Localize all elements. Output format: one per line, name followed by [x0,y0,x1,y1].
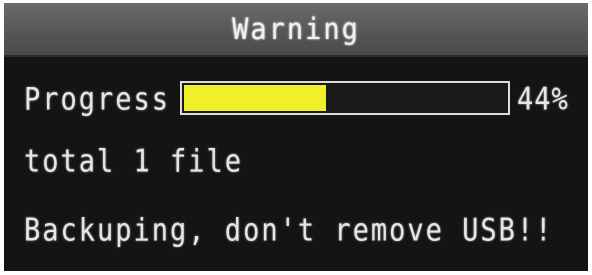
dialog-title: Warning [232,11,360,47]
progress-bar [180,81,510,115]
progress-label: Progress [24,81,171,117]
file-count-text: total 1 file [24,143,244,180]
dialog-titlebar: Warning [4,3,588,57]
progress-bar-fill [184,85,326,111]
progress-row: Progress [24,78,170,119]
backup-warning-message: Backuping, don't remove USB!! [24,212,554,249]
progress-percent: 44% [517,81,569,118]
warning-dialog: Warning Progress 44% total 1 file Backup… [4,3,588,271]
